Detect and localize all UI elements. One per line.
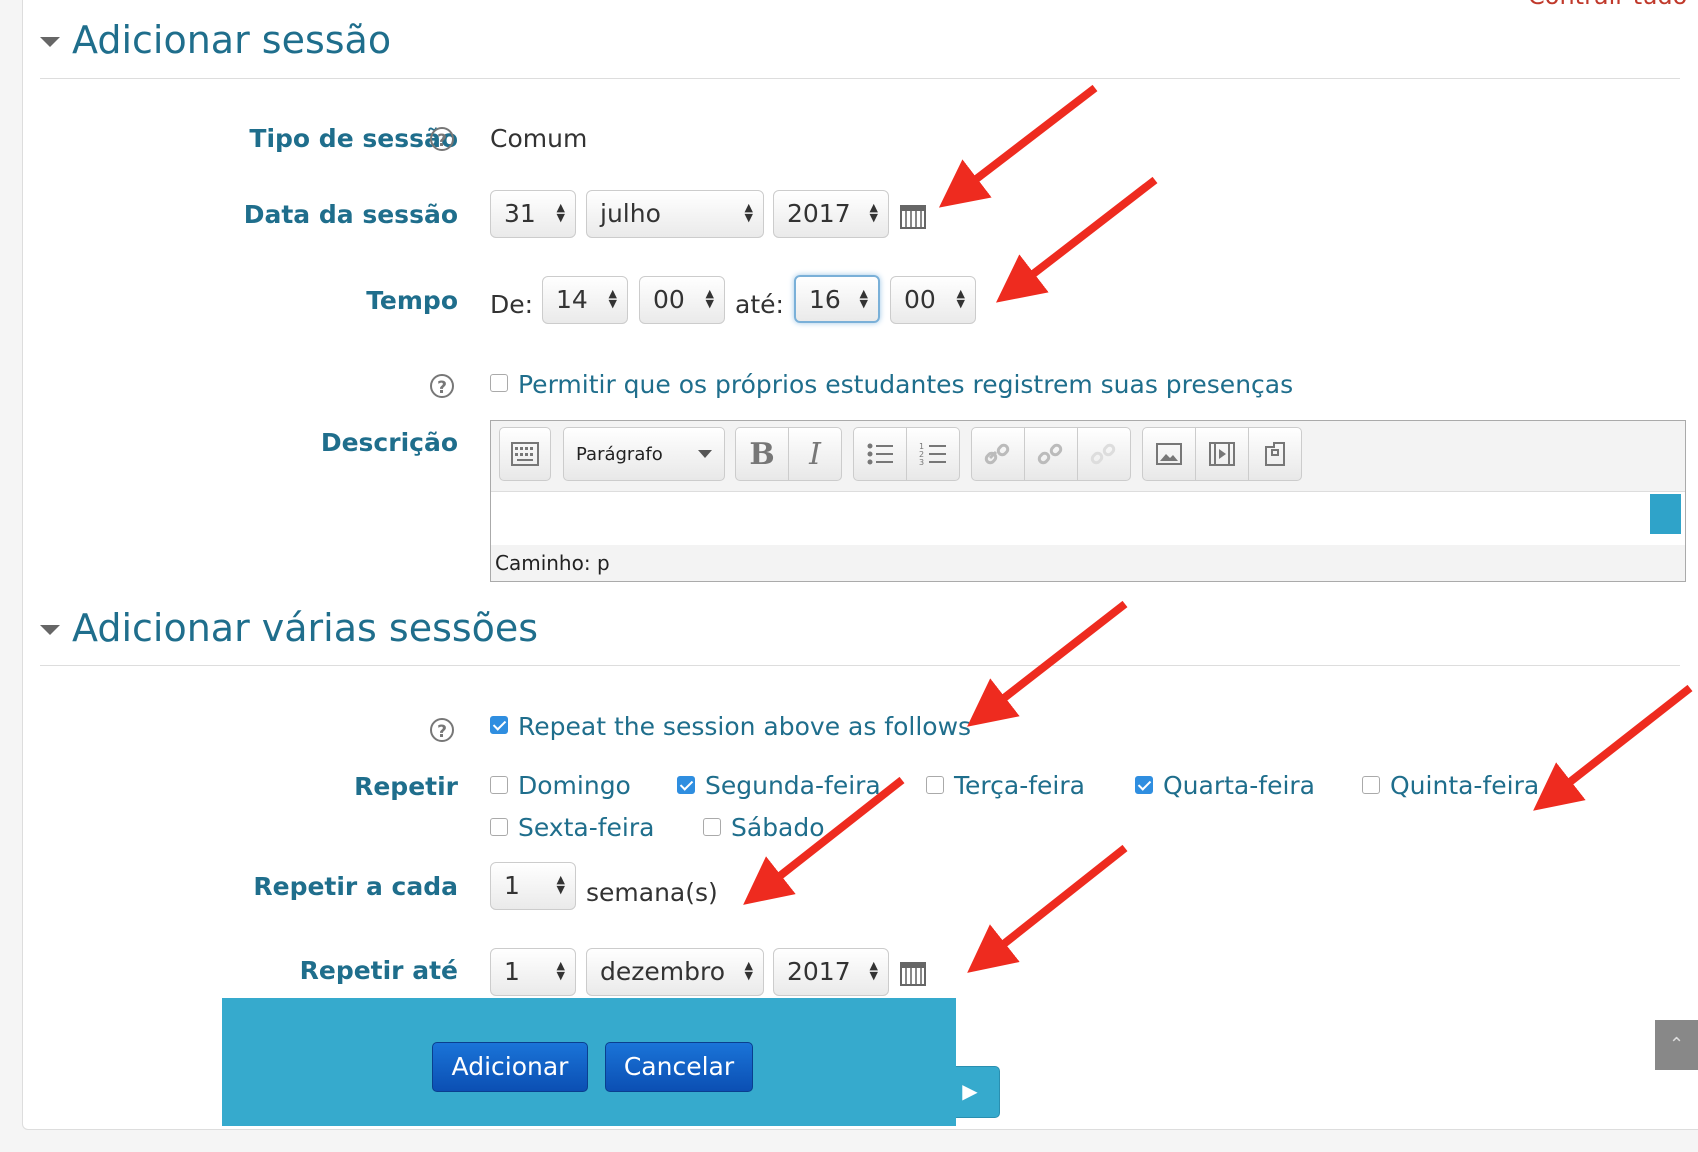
arrow-annotation xyxy=(743,776,905,905)
arrow-annotation xyxy=(967,600,1128,727)
arrow-annotation xyxy=(938,84,1098,208)
arrow-annotation xyxy=(995,176,1158,303)
annotation-arrows xyxy=(743,84,1693,973)
arrow-annotation xyxy=(1533,684,1693,811)
arrow-annotation xyxy=(967,844,1128,973)
